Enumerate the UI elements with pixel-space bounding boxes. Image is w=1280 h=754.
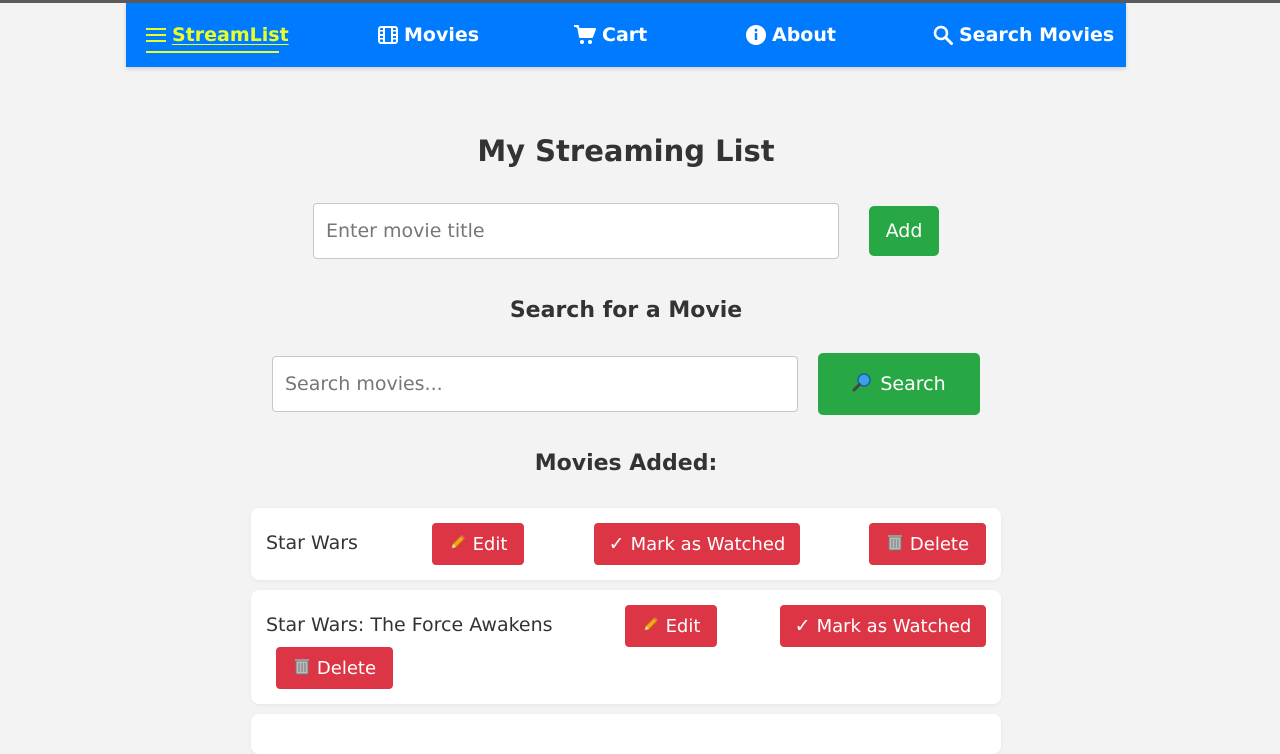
add-button[interactable]: Add (869, 206, 939, 256)
delete-button[interactable]: Delete (276, 647, 393, 689)
magnifier-icon (852, 372, 872, 397)
cart-icon (574, 25, 596, 45)
delete-label: Delete (316, 657, 377, 679)
nav-movies[interactable]: Movies (378, 3, 479, 67)
search-heading: Search for a Movie (509, 298, 743, 323)
trash-icon (293, 657, 311, 680)
brand-underline (146, 51, 279, 53)
movie-title-input[interactable] (313, 203, 839, 259)
mark-watched-button[interactable]: ✓ Mark as Watched (594, 523, 800, 565)
navbar: StreamList Movies Cart About Search Movi… (126, 3, 1126, 67)
nav-about-label: About (772, 24, 836, 46)
movie-title: Star Wars: The Force Awakens (266, 614, 553, 636)
nav-brand[interactable]: StreamList (146, 3, 289, 67)
delete-button[interactable]: Delete (869, 523, 986, 565)
edit-label: Edit (665, 615, 701, 637)
edit-button[interactable]: Edit (625, 605, 717, 647)
checkmark-icon: ✓ (794, 615, 811, 637)
edit-button[interactable]: Edit (432, 523, 524, 565)
nav-about[interactable]: About (746, 3, 836, 67)
mark-watched-button[interactable]: ✓ Mark as Watched (780, 605, 986, 647)
nav-search-label: Search Movies (959, 24, 1115, 46)
info-icon (746, 25, 766, 45)
pencil-icon (449, 533, 467, 556)
search-button[interactable]: Search (818, 353, 980, 415)
film-icon (378, 26, 398, 44)
trash-icon (886, 533, 904, 556)
search-icon (933, 25, 953, 45)
movie-card: Star Wars: The Force Awakens Edit ✓ Mark… (251, 590, 1001, 704)
mark-watched-label: Mark as Watched (630, 533, 786, 555)
movie-card: Star Wars Edit ✓ Mark as Watched Delete (251, 508, 1001, 580)
page-title: My Streaming List (477, 134, 775, 168)
brand-label: StreamList (172, 24, 289, 46)
pencil-icon (642, 615, 660, 638)
movie-card (251, 714, 1001, 754)
checkmark-icon: ✓ (608, 533, 625, 555)
mark-watched-label: Mark as Watched (816, 615, 972, 637)
edit-label: Edit (472, 533, 508, 555)
search-input[interactable] (272, 356, 798, 412)
search-button-label: Search (880, 373, 946, 395)
movie-title: Star Wars (266, 532, 358, 554)
delete-label: Delete (909, 533, 970, 555)
nav-search-movies[interactable]: Search Movies (933, 3, 1114, 67)
add-button-label: Add (885, 220, 923, 242)
nav-cart-label: Cart (602, 24, 648, 46)
nav-cart[interactable]: Cart (574, 3, 647, 67)
nav-movies-label: Movies (404, 24, 480, 46)
menu-icon (146, 26, 166, 44)
movies-added-heading: Movies Added: (534, 451, 718, 476)
